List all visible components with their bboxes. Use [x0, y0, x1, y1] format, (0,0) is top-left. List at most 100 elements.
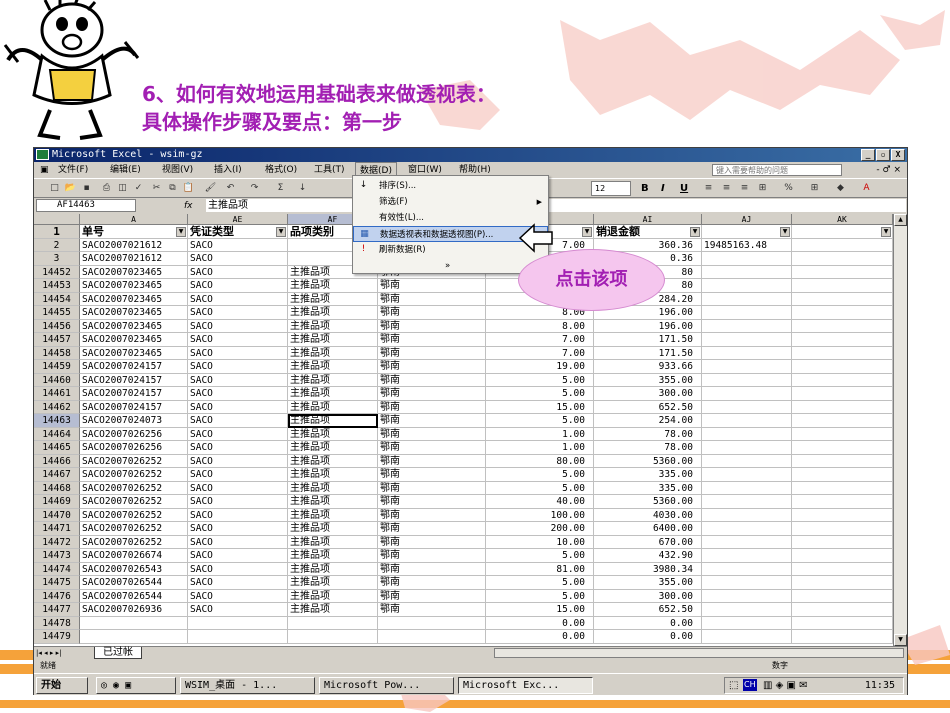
tray-icons[interactable]: ▥ ◈ ▣ ✉: [763, 678, 808, 693]
cell-ag[interactable]: 鄂南: [378, 427, 486, 441]
cell-a[interactable]: SACO2007024157: [80, 400, 188, 414]
cell-ak[interactable]: [792, 603, 893, 617]
row-header[interactable]: 14456: [34, 319, 80, 333]
sheet-tab[interactable]: 已过帐: [94, 647, 142, 659]
row-header[interactable]: 1: [34, 225, 80, 239]
open-icon[interactable]: 📂: [64, 182, 77, 195]
cell-aj[interactable]: [702, 279, 792, 293]
autofilter-dropdown-icon[interactable]: ▼: [780, 227, 790, 237]
row-header[interactable]: 14465: [34, 441, 80, 455]
cell-a[interactable]: SACO2007023465: [80, 346, 188, 360]
cell-ah[interactable]: 10.00: [486, 535, 594, 549]
cell-aj[interactable]: [702, 603, 792, 617]
cell-ai[interactable]: 171.50: [594, 346, 702, 360]
cell-ai[interactable]: 6400.00: [594, 522, 702, 536]
cell-ag[interactable]: 鄂南: [378, 454, 486, 468]
cell-af[interactable]: 主推品项: [288, 319, 378, 333]
tray-lang-label[interactable]: CH: [743, 679, 757, 691]
cell-af[interactable]: 主推品项: [288, 481, 378, 495]
workbook-controls[interactable]: - ♂ ×: [876, 162, 901, 178]
column-header-ai[interactable]: AI: [594, 214, 702, 225]
cell-ak[interactable]: [792, 333, 893, 347]
tab-nav-arrows[interactable]: |◂ ◂ ▸ ▸|: [36, 647, 61, 659]
cell-a[interactable]: SACO2007024073: [80, 414, 188, 428]
copy-icon[interactable]: ⧉: [166, 182, 179, 195]
autofilter-dropdown-icon[interactable]: ▼: [881, 227, 891, 237]
row-header[interactable]: 14470: [34, 508, 80, 522]
cell-aj[interactable]: [702, 589, 792, 603]
cell-af[interactable]: 主推品项: [288, 562, 378, 576]
undo-icon[interactable]: ↶: [224, 182, 237, 195]
menu-view[interactable]: 视图(V): [158, 162, 197, 178]
header-cell-ak[interactable]: ▼: [792, 225, 893, 239]
print-icon[interactable]: ⎙: [100, 182, 113, 195]
cell-af[interactable]: 主推品项: [288, 495, 378, 509]
cell-ai[interactable]: 355.00: [594, 576, 702, 590]
row-header[interactable]: 14455: [34, 306, 80, 320]
cell-af[interactable]: 主推品项: [288, 549, 378, 563]
cell-ak[interactable]: [792, 454, 893, 468]
cell-ag[interactable]: [378, 630, 486, 644]
header-cell-ai[interactable]: 销退金额 ▼: [594, 225, 702, 239]
cell-af[interactable]: [288, 630, 378, 644]
cell-af[interactable]: 主推品项: [288, 360, 378, 374]
data-menu-item[interactable]: 筛选(F) ▶: [353, 194, 548, 210]
cell-aj[interactable]: [702, 481, 792, 495]
cell-ak[interactable]: [792, 495, 893, 509]
cell-ah[interactable]: 0.00: [486, 630, 594, 644]
cell-ai[interactable]: 300.00: [594, 387, 702, 401]
cell-ae[interactable]: SACO: [188, 562, 288, 576]
cell-ah[interactable]: 5.00: [486, 481, 594, 495]
cell-af[interactable]: 主推品项: [288, 333, 378, 347]
cell-ae[interactable]: SACO: [188, 508, 288, 522]
cell-ae[interactable]: SACO: [188, 468, 288, 482]
cell-ah[interactable]: 1.00: [486, 441, 594, 455]
start-button[interactable]: 开始: [36, 677, 88, 694]
cell-aj[interactable]: [702, 522, 792, 536]
cell-ae[interactable]: SACO: [188, 495, 288, 509]
row-header[interactable]: 14457: [34, 333, 80, 347]
row-header[interactable]: 14463: [34, 414, 80, 428]
bold-button[interactable]: B: [641, 182, 649, 195]
cell-aj[interactable]: [702, 535, 792, 549]
cell-af[interactable]: 主推品项: [288, 306, 378, 320]
taskbar-button-excel[interactable]: Microsoft Exc...: [458, 677, 593, 694]
cell-ag[interactable]: 鄂南: [378, 346, 486, 360]
cell-ak[interactable]: [792, 265, 893, 279]
cell-aj[interactable]: [702, 265, 792, 279]
cell-af[interactable]: 主推品项: [288, 454, 378, 468]
cell-ak[interactable]: [792, 508, 893, 522]
cell-ae[interactable]: SACO: [188, 589, 288, 603]
cell-ae[interactable]: SACO: [188, 265, 288, 279]
cell-ah[interactable]: 5.00: [486, 414, 594, 428]
font-color-icon[interactable]: A: [860, 182, 873, 195]
row-header[interactable]: 14476: [34, 589, 80, 603]
cell-aj[interactable]: [702, 252, 792, 266]
cell-a[interactable]: SACO2007026544: [80, 589, 188, 603]
cell-ak[interactable]: [792, 576, 893, 590]
cell-ak[interactable]: [792, 238, 893, 252]
cell-ak[interactable]: [792, 306, 893, 320]
column-header-aj[interactable]: AJ: [702, 214, 792, 225]
taskbar-button-powerpoint[interactable]: Microsoft Pow...: [319, 677, 454, 694]
cell-aj[interactable]: [702, 306, 792, 320]
cell-ag[interactable]: 鄂南: [378, 400, 486, 414]
cell-aj[interactable]: [702, 454, 792, 468]
cell-ag[interactable]: 鄂南: [378, 603, 486, 617]
horizontal-scrollbar[interactable]: [494, 648, 904, 658]
menu-format[interactable]: 格式(O): [261, 162, 301, 178]
row-header[interactable]: 14461: [34, 387, 80, 401]
cell-ae[interactable]: SACO: [188, 319, 288, 333]
underline-button[interactable]: U: [680, 182, 688, 195]
cell-aj[interactable]: [702, 346, 792, 360]
cell-ae[interactable]: SACO: [188, 292, 288, 306]
cell-af[interactable]: 主推品项: [288, 508, 378, 522]
row-header[interactable]: 14468: [34, 481, 80, 495]
cell-ah[interactable]: 1.00: [486, 427, 594, 441]
cell-af[interactable]: 主推品项: [288, 522, 378, 536]
cell-ai[interactable]: 78.00: [594, 441, 702, 455]
cell-a[interactable]: SACO2007023465: [80, 319, 188, 333]
cell-ak[interactable]: [792, 427, 893, 441]
cell-ae[interactable]: SACO: [188, 481, 288, 495]
cell-ai[interactable]: 254.00: [594, 414, 702, 428]
